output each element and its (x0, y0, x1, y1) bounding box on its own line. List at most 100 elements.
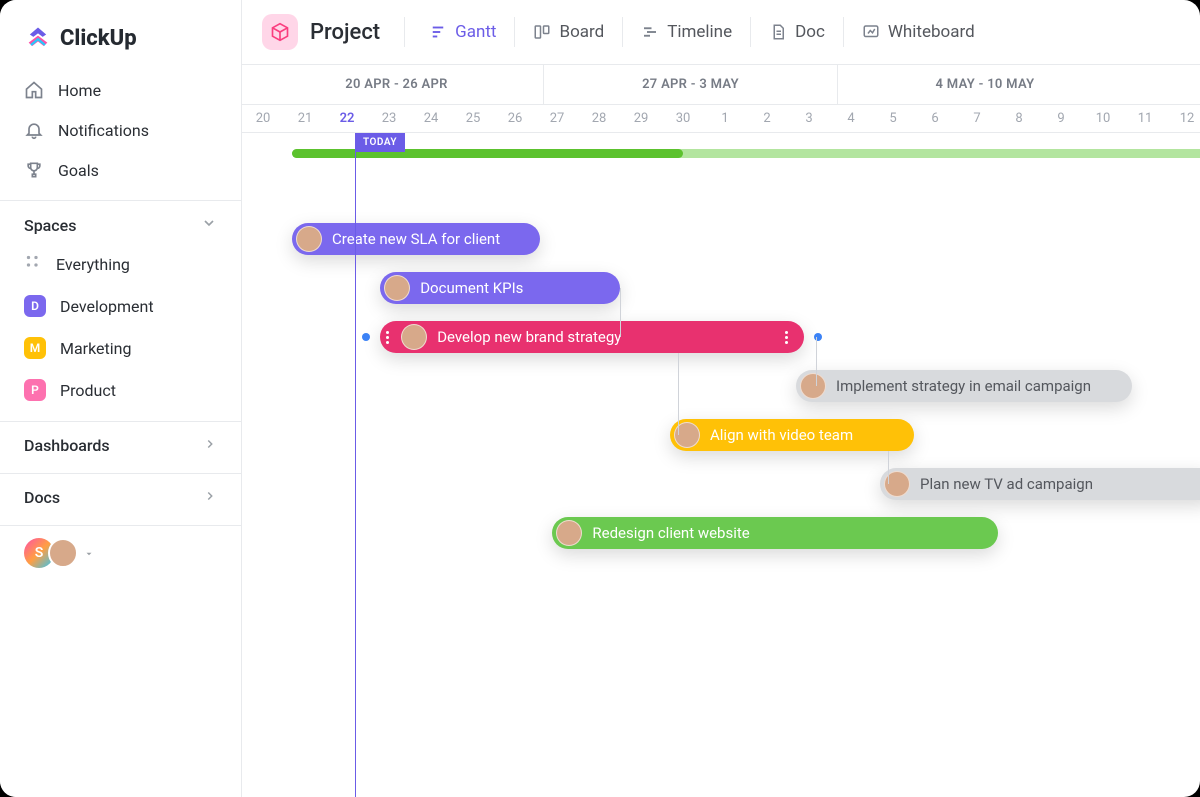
task-bar[interactable]: Plan new TV ad campaign (880, 468, 1200, 500)
sidebar-docs[interactable]: Docs (0, 474, 241, 515)
space-product[interactable]: PProduct (0, 369, 241, 411)
avatar (884, 471, 910, 497)
day-label: 24 (410, 105, 452, 132)
project-title: Project (310, 20, 390, 45)
task-bar[interactable]: Document KPIs (380, 272, 619, 304)
nav-label: Goals (58, 161, 99, 180)
everything-label: Everything (56, 255, 130, 274)
task-bar[interactable]: Create new SLA for client (292, 223, 540, 255)
dependency-dot[interactable] (362, 333, 370, 341)
day-label: 29 (620, 105, 662, 132)
today-tag: TODAY (355, 133, 405, 152)
task-bar[interactable]: Align with video team (670, 419, 914, 451)
space-label: Development (60, 297, 154, 316)
doc-icon (769, 23, 787, 41)
sidebar: ClickUp Home Notifications Goals Spaces Ev… (0, 0, 242, 797)
view-gantt[interactable]: Gantt (419, 16, 506, 48)
sidebar-spaces-header[interactable]: Spaces (0, 201, 241, 243)
brand-name: ClickUp (60, 26, 137, 51)
day-label: 12 (1166, 105, 1200, 132)
gantt-icon (429, 23, 447, 41)
avatar (384, 275, 410, 301)
nav-trophy[interactable]: Goals (0, 150, 241, 190)
project-icon (262, 14, 298, 50)
day-label: 28 (578, 105, 620, 132)
nav-bell[interactable]: Notifications (0, 110, 241, 150)
view-doc[interactable]: Doc (759, 16, 835, 48)
avatar (296, 226, 322, 252)
nav-label: Home (58, 81, 101, 100)
week-label: 4 MAY - 10 MAY (838, 65, 1132, 104)
everything-icon (24, 253, 42, 275)
view-board[interactable]: Board (523, 16, 614, 48)
day-label: 6 (914, 105, 956, 132)
view-label: Doc (795, 22, 825, 42)
space-badge: M (24, 337, 46, 359)
day-label: 9 (1040, 105, 1082, 132)
task-label: Develop new brand strategy (437, 328, 621, 346)
trophy-icon (24, 160, 44, 180)
spaces-label: Spaces (24, 216, 76, 235)
day-label: 8 (998, 105, 1040, 132)
chevron-right-icon (203, 488, 217, 507)
app-window: ClickUp Home Notifications Goals Spaces Ev… (0, 0, 1200, 797)
chevron-down-icon (201, 215, 217, 235)
space-badge: P (24, 379, 46, 401)
task-bar[interactable]: Implement strategy in email campaign (796, 370, 1132, 402)
space-marketing[interactable]: M Marketing (0, 327, 241, 369)
avatar (401, 324, 427, 350)
sidebar-everything[interactable]: Everything (0, 243, 241, 285)
nav-home[interactable]: Home (0, 70, 241, 110)
drag-handle-icon[interactable] (384, 331, 391, 344)
day-label: 5 (872, 105, 914, 132)
board-icon (533, 23, 551, 41)
avatar (674, 422, 700, 448)
home-icon (24, 80, 44, 100)
brand[interactable]: ClickUp (0, 0, 241, 70)
day-label: 7 (956, 105, 998, 132)
nav-label: Notifications (58, 121, 149, 140)
dashboards-label: Dashboards (24, 436, 110, 455)
day-label: 22 (326, 105, 368, 132)
project-switcher[interactable]: Project (262, 14, 390, 50)
main: Project GanttBoardTimelineDocWhiteboard … (242, 0, 1200, 797)
task-label: Redesign client website (592, 524, 749, 542)
day-label: 10 (1082, 105, 1124, 132)
view-whiteboard[interactable]: Whiteboard (852, 16, 985, 48)
day-label: 21 (284, 105, 326, 132)
task-label: Align with video team (710, 426, 853, 444)
week-label: 20 APR - 26 APR (250, 65, 544, 104)
gantt-chart[interactable]: TODAY Create new SLA for client Document K… (242, 133, 1200, 797)
chevron-right-icon (203, 436, 217, 455)
task-bar[interactable]: Redesign client website (552, 517, 997, 549)
sidebar-dashboards[interactable]: Dashboards (0, 422, 241, 463)
space-development[interactable]: D Development (0, 285, 241, 327)
drag-handle-icon[interactable] (783, 331, 790, 344)
clickup-logo-icon (24, 24, 52, 52)
task-bar[interactable]: Develop new brand strategy (380, 321, 804, 353)
task-label: Create new SLA for client (332, 230, 500, 248)
dependency-dot[interactable] (814, 333, 822, 341)
day-label: 11 (1124, 105, 1166, 132)
view-timeline[interactable]: Timeline (631, 16, 742, 48)
day-label: 25 (452, 105, 494, 132)
avatar (800, 373, 826, 399)
chevron-down-icon (84, 544, 94, 563)
whiteboard-icon (862, 23, 880, 41)
day-label: 20 (242, 105, 284, 132)
task-label: Implement strategy in email campaign (836, 377, 1091, 395)
timeline-icon (641, 23, 659, 41)
space-badge: D (24, 295, 46, 317)
day-label: 4 (830, 105, 872, 132)
view-label: Board (559, 22, 604, 42)
day-label: 1 (704, 105, 746, 132)
task-label: Document KPIs (420, 279, 523, 297)
view-label: Whiteboard (888, 22, 975, 42)
docs-label: Docs (24, 488, 60, 507)
day-label: 3 (788, 105, 830, 132)
user-avatars[interactable]: S (0, 526, 241, 580)
space-label: Marketing (60, 339, 131, 358)
topbar: Project Gantt Board Timeline Doc Whiteboard (242, 0, 1200, 64)
days-header: 2021222324252627282930123456789101112 (242, 105, 1200, 133)
progress-bar[interactable] (292, 149, 1200, 158)
